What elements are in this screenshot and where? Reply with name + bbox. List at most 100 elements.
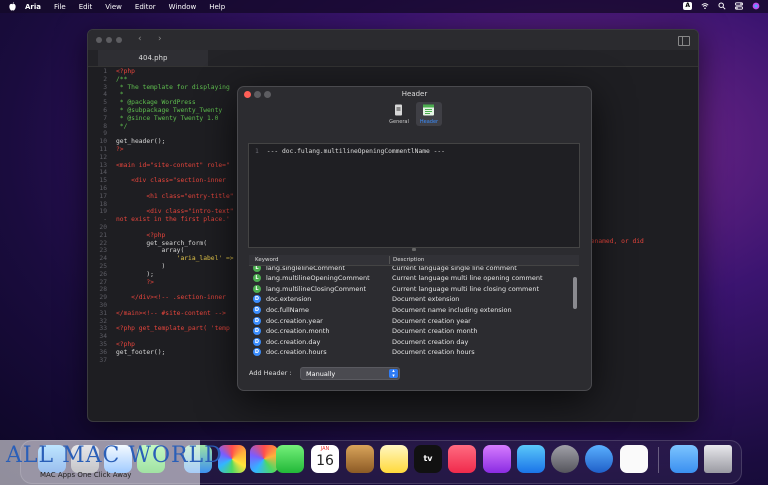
- template-line-text: --- doc.fulang.multilineOpeningCommentlN…: [266, 148, 445, 155]
- wifi-icon[interactable]: [701, 2, 709, 10]
- line-text: );: [116, 270, 154, 278]
- document-keyword-icon: D: [253, 327, 261, 336]
- toolbar-general[interactable]: General: [386, 102, 412, 126]
- row-description: Current language multi line opening comm…: [392, 274, 543, 283]
- forward-chevron-icon[interactable]: ›: [158, 34, 162, 44]
- app-store-icon[interactable]: [517, 445, 545, 473]
- column-keyword[interactable]: Keyword: [255, 257, 279, 263]
- table-row[interactable]: Ddoc.creation.hours Document creation hou…: [249, 347, 569, 358]
- zoom-window-button[interactable]: [116, 37, 122, 43]
- header-dialog: Header General Header 1 --- doc.fulang.mu…: [237, 86, 592, 391]
- apple-menu-icon[interactable]: [8, 2, 17, 11]
- notes-icon[interactable]: [380, 445, 408, 473]
- split-handle[interactable]: [412, 248, 416, 251]
- row-keyword: doc.creation.day: [266, 337, 321, 346]
- line-text: <?php: [116, 341, 135, 348]
- menu-view[interactable]: View: [105, 3, 122, 11]
- code-line: 18: [88, 201, 116, 209]
- code-line: 34: [88, 333, 116, 341]
- line-text: * The template for displaying: [116, 83, 234, 91]
- table-row[interactable]: Llang.singlelineComment Current language …: [249, 266, 569, 273]
- siri-icon[interactable]: [752, 2, 760, 10]
- menu-help[interactable]: Help: [209, 3, 225, 11]
- table-row[interactable]: Ddoc.creation.day Document creation day: [249, 336, 569, 347]
- podcasts-icon[interactable]: [483, 445, 511, 473]
- tab-404-php[interactable]: 404.php: [98, 50, 208, 66]
- row-description: Document creation day: [392, 337, 469, 346]
- line-text: 'aria_label' =>: [116, 255, 234, 263]
- table-scrollbar[interactable]: [573, 277, 577, 309]
- close-window-button[interactable]: [96, 37, 102, 43]
- apple-tv-icon[interactable]: tv: [414, 445, 442, 473]
- header-template-editor[interactable]: 1 --- doc.fulang.multilineOpeningCommentl…: [248, 143, 580, 248]
- menu-editor[interactable]: Editor: [135, 3, 156, 11]
- control-center-icon[interactable]: [735, 2, 743, 10]
- add-header-popup[interactable]: Manually ▴ ▾: [300, 367, 400, 380]
- line-number: 2: [103, 75, 107, 83]
- table-row[interactable]: Llang.multilineOpeningComment Current lan…: [249, 273, 569, 284]
- calendar-month: JAN: [320, 446, 330, 452]
- table-row[interactable]: Ddoc.creation.month Document creation mon…: [249, 326, 569, 337]
- line-text: * @subpackage Twenty_Twenty: [116, 107, 223, 114]
- sidebar-toggle-icon[interactable]: [678, 36, 690, 46]
- facetime-icon[interactable]: [276, 445, 304, 473]
- back-chevron-icon[interactable]: ‹: [138, 34, 142, 44]
- table-row[interactable]: Ddoc.fullName Document name including ext…: [249, 304, 569, 315]
- trash-icon[interactable]: [704, 445, 732, 473]
- code-line: 30: [88, 302, 116, 310]
- code-line: 27 ?>: [88, 279, 154, 287]
- editor-titlebar: ‹ ›: [88, 30, 698, 50]
- add-header-value: Manually: [306, 369, 336, 378]
- menu-app-name[interactable]: Aria: [25, 3, 41, 11]
- code-line: 22 get_search_form(: [88, 240, 207, 248]
- calendar-icon[interactable]: JAN 16: [311, 445, 339, 473]
- column-separator: [389, 256, 390, 264]
- downloads-folder-icon[interactable]: [670, 445, 698, 473]
- toolbar-header[interactable]: Header: [416, 102, 442, 126]
- code-line: 14: [88, 169, 116, 177]
- table-row[interactable]: Ddoc.extension Document extension: [249, 294, 569, 305]
- line-text: <?php: [116, 231, 166, 239]
- line-number: 1: [103, 68, 107, 75]
- row-description: Document creation year: [392, 316, 471, 325]
- minimize-window-button[interactable]: [106, 37, 112, 43]
- aria-app-icon[interactable]: [620, 445, 648, 473]
- table-row[interactable]: Llang.multilineClosingComment Current lan…: [249, 283, 569, 294]
- toolbar-general-label: General: [389, 119, 409, 125]
- input-source-badge[interactable]: A: [683, 2, 692, 10]
- line-number: 13: [99, 161, 107, 169]
- line-text: ?>: [116, 146, 124, 153]
- code-line: 21 <?php: [88, 232, 165, 240]
- line-text: */: [116, 122, 128, 130]
- code-line: 29 </div><!-- .section-inner: [88, 294, 230, 302]
- code-line: 33 <?php get_template_part( 'temp: [88, 325, 229, 333]
- code-line: 26 );: [88, 271, 154, 279]
- menu-file[interactable]: File: [54, 3, 66, 11]
- watermark-title: ALL MAC WORLD: [6, 443, 223, 468]
- line-text: /**: [116, 75, 128, 83]
- row-description: Current language multi line closing comm…: [392, 284, 540, 293]
- line-text: <div class="intro-text": [116, 208, 234, 216]
- system-preferences-icon[interactable]: [551, 445, 579, 473]
- keyword-table-header: Keyword Description: [249, 255, 579, 266]
- code-line: 13 <main id="site-content" role=": [88, 161, 229, 170]
- line-text: </div><!-- .section-inner: [116, 294, 230, 302]
- line-number: 21: [99, 231, 107, 239]
- line-text: *: [116, 91, 124, 99]
- table-row[interactable]: Ddoc.creation.year Document creation year: [249, 315, 569, 326]
- search-icon[interactable]: [718, 2, 726, 10]
- row-description: Document creation month: [392, 327, 478, 336]
- music-icon[interactable]: [448, 445, 476, 473]
- photos-alt-icon[interactable]: [250, 445, 278, 473]
- line-text: ): [116, 263, 166, 270]
- dock-separator: [658, 447, 659, 473]
- line-number: 37: [99, 356, 107, 364]
- column-description[interactable]: Description: [393, 257, 424, 263]
- vpn-app-icon[interactable]: [585, 445, 613, 473]
- code-line: 19 <div class="intro-text": [88, 208, 234, 216]
- contacts-icon[interactable]: [346, 445, 374, 473]
- row-keyword: doc.creation.month: [266, 327, 330, 336]
- menu-edit[interactable]: Edit: [79, 3, 93, 11]
- menu-window[interactable]: Window: [169, 3, 197, 11]
- line-number: 14: [99, 169, 107, 177]
